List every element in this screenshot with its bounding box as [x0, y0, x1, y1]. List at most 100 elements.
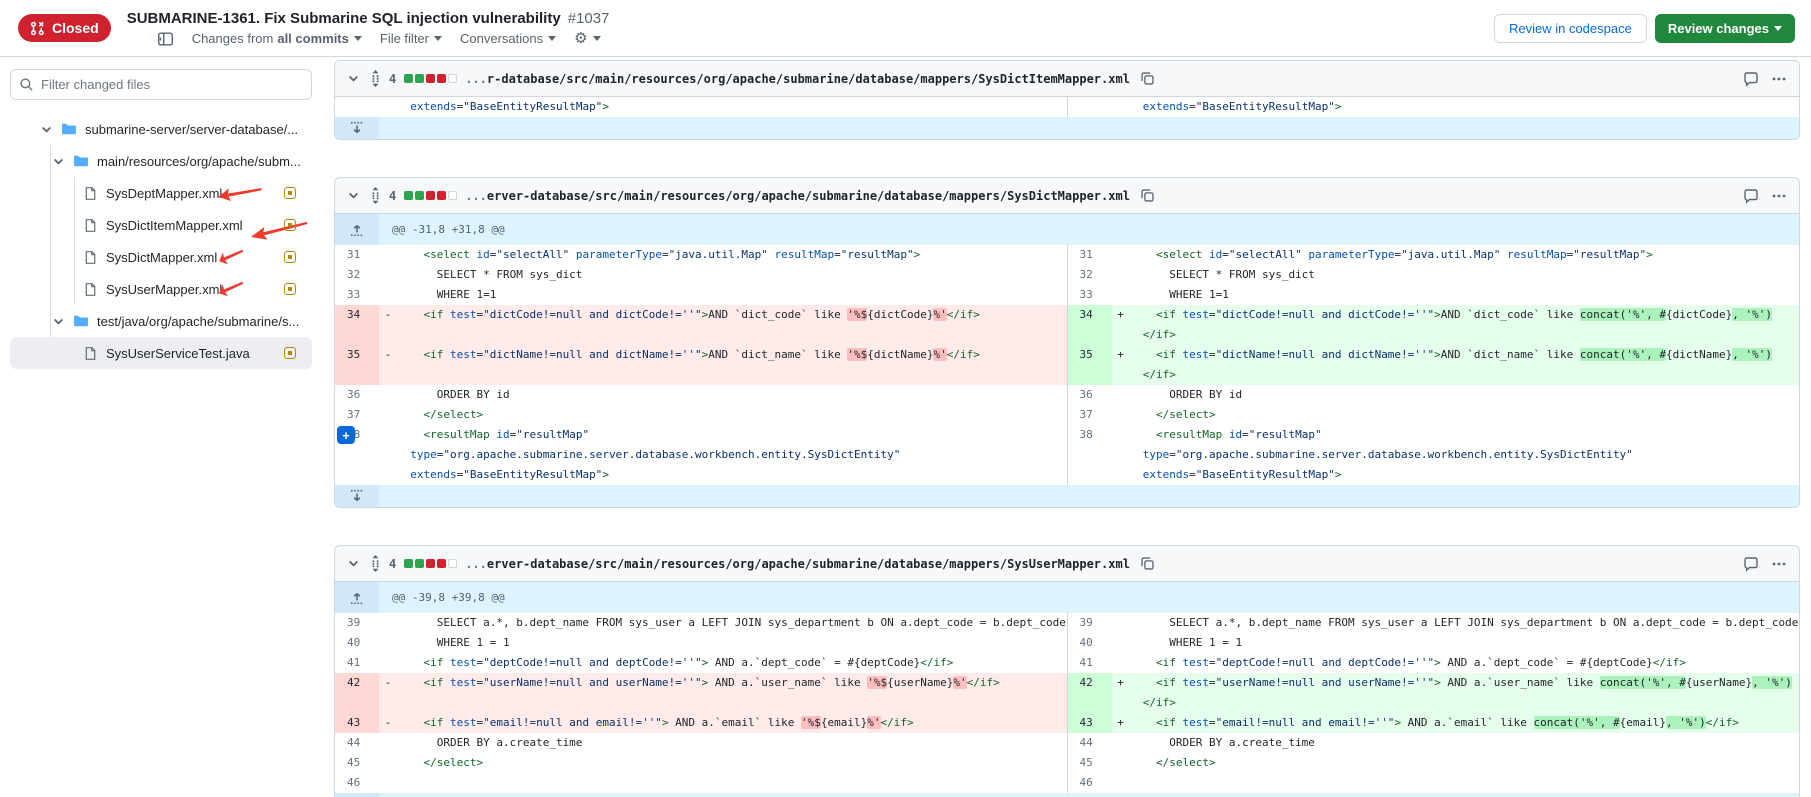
- line-number[interactable]: 39: [1068, 613, 1112, 633]
- tree-folder-item[interactable]: submarine-server/server-database/...: [10, 113, 312, 145]
- tree-folder-item[interactable]: test/java/org/apache/submarine/s...: [10, 305, 312, 337]
- line-number[interactable]: [335, 365, 379, 385]
- diff-line-row[interactable]: 39 SELECT a.*, b.dept_name FROM sys_user…: [335, 613, 1799, 633]
- expand-up-button[interactable]: [335, 214, 379, 245]
- collapse-file-button[interactable]: [345, 555, 362, 572]
- line-number[interactable]: 33: [1068, 285, 1112, 305]
- line-number[interactable]: 46: [335, 773, 379, 793]
- diff-line-row[interactable]: 35- <if test="dictName!=null and dictNam…: [335, 345, 1799, 365]
- line-number[interactable]: [1068, 445, 1112, 465]
- line-number[interactable]: [1068, 693, 1112, 713]
- diff-line-row[interactable]: 44 ORDER BY a.create_time44 ORDER BY a.c…: [335, 733, 1799, 753]
- diff-line-row[interactable]: </if>: [335, 365, 1799, 385]
- line-number[interactable]: 43: [335, 713, 379, 733]
- diff-line-row[interactable]: 41 <if test="deptCode!=null and deptCode…: [335, 653, 1799, 673]
- line-number[interactable]: 31: [335, 245, 379, 265]
- diff-line-row[interactable]: 45 </select>45 </select>: [335, 753, 1799, 773]
- diff-line-row[interactable]: extends="BaseEntityResultMap"> extends="…: [335, 465, 1799, 485]
- line-number[interactable]: [335, 693, 379, 713]
- kebab-menu-button[interactable]: [1769, 186, 1789, 206]
- copy-path-button[interactable]: [1138, 554, 1157, 573]
- line-number[interactable]: 40: [1068, 633, 1112, 653]
- diff-line-row[interactable]: 43- <if test="email!=null and email!=''"…: [335, 713, 1799, 733]
- line-number[interactable]: 45: [335, 753, 379, 773]
- collapse-file-button[interactable]: [345, 187, 362, 204]
- line-number[interactable]: 34: [335, 305, 379, 325]
- review-changes-button[interactable]: Review changes: [1655, 14, 1795, 43]
- add-comment-button[interactable]: +: [337, 426, 355, 444]
- tree-file-item[interactable]: SysDeptMapper.xml: [10, 177, 312, 209]
- file-filter-menu[interactable]: File filter: [380, 31, 442, 46]
- drag-handle-icon[interactable]: [370, 187, 381, 204]
- expand-down-button[interactable]: [335, 117, 379, 139]
- line-number[interactable]: 44: [1068, 733, 1112, 753]
- line-number[interactable]: [335, 445, 379, 465]
- diff-line-row[interactable]: 34- <if test="dictCode!=null and dictCod…: [335, 305, 1799, 325]
- line-number[interactable]: 35: [1068, 345, 1112, 365]
- line-number[interactable]: 41: [335, 653, 379, 673]
- line-number[interactable]: 38: [1068, 425, 1112, 445]
- file-filter-input[interactable]: [10, 69, 312, 100]
- diff-line-row[interactable]: 40 WHERE 1 = 140 WHERE 1 = 1: [335, 633, 1799, 653]
- line-number[interactable]: 43: [1068, 713, 1112, 733]
- line-number[interactable]: [335, 325, 379, 345]
- comment-button[interactable]: [1741, 554, 1761, 574]
- line-number[interactable]: 39: [335, 613, 379, 633]
- review-in-codespace-button[interactable]: Review in codespace: [1494, 14, 1647, 43]
- line-number[interactable]: [335, 465, 379, 485]
- line-number[interactable]: 32: [1068, 265, 1112, 285]
- line-number[interactable]: 34: [1068, 305, 1112, 325]
- conversations-menu[interactable]: Conversations: [460, 31, 556, 46]
- tree-file-item[interactable]: SysDictItemMapper.xml: [10, 209, 312, 241]
- diff-line-row[interactable]: </if>: [335, 325, 1799, 345]
- tree-file-item[interactable]: SysUserMapper.xml: [10, 273, 312, 305]
- diff-line-row[interactable]: extends="BaseEntityResultMap"> extends="…: [335, 97, 1799, 117]
- diff-line-row[interactable]: 38+ <resultMap id="resultMap"38 <resultM…: [335, 425, 1799, 445]
- kebab-menu-button[interactable]: [1769, 69, 1789, 89]
- diff-line-row[interactable]: </if>: [335, 693, 1799, 713]
- diff-line-row[interactable]: 36 ORDER BY id36 ORDER BY id: [335, 385, 1799, 405]
- line-number[interactable]: 40: [335, 633, 379, 653]
- line-number[interactable]: [1068, 97, 1112, 117]
- line-number[interactable]: [1068, 465, 1112, 485]
- diff-line-row[interactable]: type="org.apache.submarine.server.databa…: [335, 445, 1799, 465]
- line-number[interactable]: 38+: [335, 425, 379, 445]
- diff-line-row[interactable]: 42- <if test="userName!=null and userNam…: [335, 673, 1799, 693]
- copy-path-button[interactable]: [1138, 186, 1157, 205]
- line-number[interactable]: 41: [1068, 653, 1112, 673]
- line-number[interactable]: 37: [1068, 405, 1112, 425]
- line-number[interactable]: 35: [335, 345, 379, 365]
- tree-folder-item[interactable]: main/resources/org/apache/subm...: [10, 145, 312, 177]
- tree-file-item[interactable]: SysUserServiceTest.java: [10, 337, 312, 369]
- line-number[interactable]: 42: [335, 673, 379, 693]
- line-number[interactable]: 36: [1068, 385, 1112, 405]
- line-number[interactable]: 36: [335, 385, 379, 405]
- tree-file-item[interactable]: SysDictMapper.xml: [10, 241, 312, 273]
- expand-down-button[interactable]: [335, 485, 379, 507]
- line-number[interactable]: 46: [1068, 773, 1112, 793]
- line-number[interactable]: [335, 97, 379, 117]
- diff-line-row[interactable]: 31 <select id="selectAll" parameterType=…: [335, 245, 1799, 265]
- diff-line-row[interactable]: 46 46: [335, 773, 1799, 793]
- diff-line-row[interactable]: 37 </select>37 </select>: [335, 405, 1799, 425]
- kebab-menu-button[interactable]: [1769, 554, 1789, 574]
- line-number[interactable]: 45: [1068, 753, 1112, 773]
- line-number[interactable]: 32: [335, 265, 379, 285]
- line-number[interactable]: 33: [335, 285, 379, 305]
- line-number[interactable]: 31: [1068, 245, 1112, 265]
- line-number[interactable]: 44: [335, 733, 379, 753]
- line-number[interactable]: [1068, 365, 1112, 385]
- collapse-sidebar-button[interactable]: [157, 31, 174, 47]
- line-number[interactable]: [1068, 325, 1112, 345]
- comment-button[interactable]: [1741, 69, 1761, 89]
- comment-button[interactable]: [1741, 186, 1761, 206]
- expand-up-button[interactable]: [335, 582, 379, 613]
- diff-line-row[interactable]: 33 WHERE 1=133 WHERE 1=1: [335, 285, 1799, 305]
- expand-down-button[interactable]: [335, 793, 379, 797]
- collapse-file-button[interactable]: [345, 70, 362, 87]
- diff-line-row[interactable]: 32 SELECT * FROM sys_dict32 SELECT * FRO…: [335, 265, 1799, 285]
- drag-handle-icon[interactable]: [370, 70, 381, 87]
- diff-settings-menu[interactable]: ⚙: [574, 31, 600, 46]
- line-number[interactable]: 42: [1068, 673, 1112, 693]
- changes-from-menu[interactable]: Changes fromall commits: [192, 31, 362, 46]
